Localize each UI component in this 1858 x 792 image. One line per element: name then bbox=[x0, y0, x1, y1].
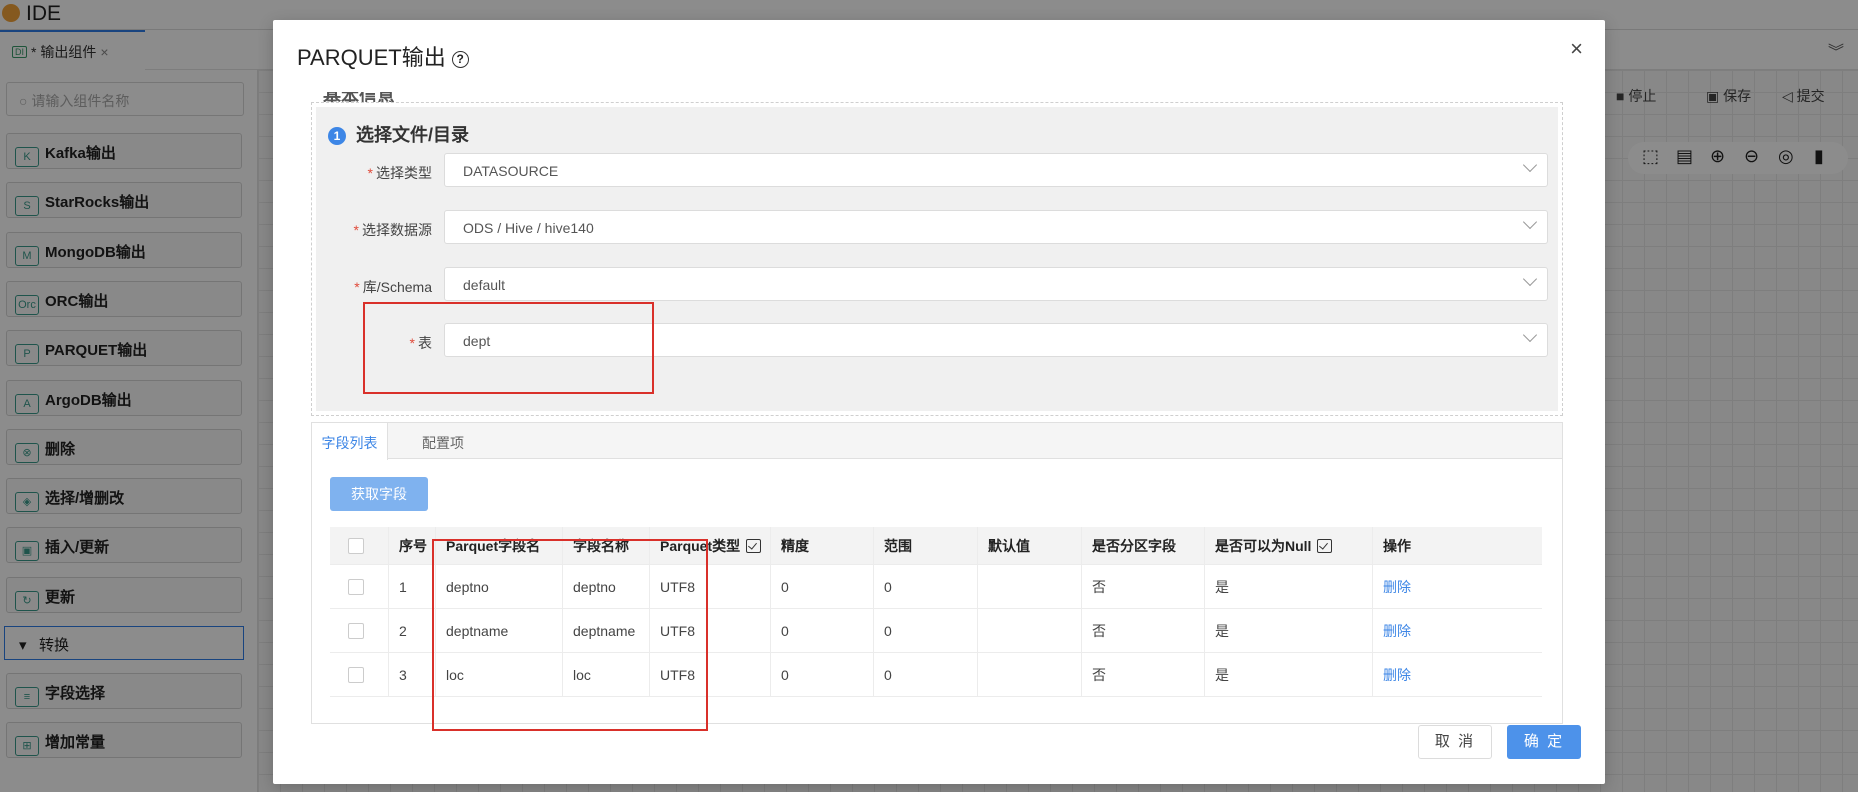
cell-range: 0 bbox=[873, 609, 977, 652]
tab-config[interactable]: 配置项 bbox=[388, 423, 498, 459]
schema-label: * 库/Schema bbox=[354, 279, 432, 295]
close-icon[interactable]: × bbox=[1570, 36, 1583, 62]
help-icon[interactable]: ? bbox=[451, 51, 469, 68]
chevron-down-icon bbox=[1522, 271, 1538, 287]
scrolled-heading-fragment: 基本信息 bbox=[323, 92, 395, 102]
type-label: * 选择类型 bbox=[367, 165, 432, 181]
table-header-row: 序号 Parquet字段名 字段名称 Parquet类型 精度 范围 默认值 是… bbox=[330, 527, 1542, 565]
cell-action: 删除 bbox=[1372, 565, 1542, 608]
cell-range: 0 bbox=[873, 653, 977, 696]
delete-link[interactable]: 删除 bbox=[1383, 577, 1411, 597]
cell-field-name: deptname bbox=[562, 609, 649, 652]
cell-default[interactable] bbox=[977, 565, 1081, 608]
schema-select[interactable]: default bbox=[444, 267, 1548, 301]
header-range: 范围 bbox=[873, 527, 977, 564]
fetch-fields-button[interactable]: 获取字段 bbox=[330, 477, 428, 511]
row-checkbox[interactable] bbox=[348, 622, 364, 639]
tab-bar: 字段列表 配置项 bbox=[312, 423, 1562, 460]
batch-edit-icon[interactable] bbox=[746, 538, 762, 553]
cell-parquet-type: UTF8 bbox=[649, 609, 770, 652]
cell-parquet-type: UTF8 bbox=[649, 653, 770, 696]
cell-nullable: 是 bbox=[1204, 565, 1372, 608]
file-directory-section: 1 选择文件/目录 * 选择类型 DATASOURCE * 选择数据源 ODS / H… bbox=[311, 102, 1563, 416]
header-parquet-type: Parquet类型 bbox=[649, 527, 770, 564]
cell-range: 0 bbox=[873, 565, 977, 608]
cell-partition: 否 bbox=[1081, 653, 1204, 696]
cell-index: 1 bbox=[388, 565, 435, 608]
header-partition: 是否分区字段 bbox=[1081, 527, 1204, 564]
cell-index: 2 bbox=[388, 609, 435, 652]
tab-field-list[interactable]: 字段列表 bbox=[312, 423, 388, 460]
cell-field-name: deptno bbox=[562, 565, 649, 608]
datasource-label: * 选择数据源 bbox=[353, 222, 432, 238]
cell-precision: 0 bbox=[770, 609, 873, 652]
table-row: 2 deptname deptname UTF8 0 0 否是删除 bbox=[330, 609, 1542, 653]
header-field-name: 字段名称 bbox=[562, 527, 649, 564]
cell-partition: 否 bbox=[1081, 609, 1204, 652]
section-title: 1 选择文件/目录 bbox=[328, 121, 469, 147]
confirm-button[interactable]: 确 定 bbox=[1507, 725, 1581, 759]
cell-default[interactable] bbox=[977, 653, 1081, 696]
cell-index: 3 bbox=[388, 653, 435, 696]
header-actions: 操作 bbox=[1372, 527, 1542, 564]
datasource-select[interactable]: ODS / Hive / hive140 bbox=[444, 210, 1548, 244]
delete-link[interactable]: 删除 bbox=[1383, 665, 1411, 685]
cell-default[interactable] bbox=[977, 609, 1081, 652]
row-checkbox[interactable] bbox=[348, 578, 364, 595]
header-default: 默认值 bbox=[977, 527, 1081, 564]
chevron-down-icon bbox=[1522, 157, 1538, 173]
delete-link[interactable]: 删除 bbox=[1383, 621, 1411, 641]
step-number-badge: 1 bbox=[328, 127, 346, 145]
header-parquet-field: Parquet字段名 bbox=[435, 527, 562, 564]
header-nullable: 是否可以为Null bbox=[1204, 527, 1372, 564]
row-checkbox[interactable] bbox=[348, 666, 364, 683]
cell-action: 删除 bbox=[1372, 609, 1542, 652]
cell-precision: 0 bbox=[770, 653, 873, 696]
chevron-down-icon bbox=[1522, 327, 1538, 343]
parquet-output-dialog: PARQUET输出? × 基本信息 1 选择文件/目录 * 选择类型 DATASOU… bbox=[273, 20, 1605, 784]
dialog-title: PARQUET输出? bbox=[297, 40, 469, 72]
header-precision: 精度 bbox=[770, 527, 873, 564]
cell-parquet-field: deptname bbox=[435, 609, 562, 652]
table-label: * 表 bbox=[409, 335, 432, 351]
cell-precision: 0 bbox=[770, 565, 873, 608]
cell-parquet-field: loc bbox=[435, 653, 562, 696]
chevron-down-icon bbox=[1522, 214, 1538, 230]
cell-nullable: 是 bbox=[1204, 653, 1372, 696]
header-index: 序号 bbox=[388, 527, 435, 564]
cancel-button[interactable]: 取 消 bbox=[1418, 725, 1492, 759]
type-select[interactable]: DATASOURCE bbox=[444, 153, 1548, 187]
cell-nullable: 是 bbox=[1204, 609, 1372, 652]
batch-edit-icon[interactable] bbox=[1317, 538, 1333, 553]
cell-partition: 否 bbox=[1081, 565, 1204, 608]
table-row: 1 deptno deptno UTF8 0 0 否是删除 bbox=[330, 565, 1542, 609]
cell-parquet-type: UTF8 bbox=[649, 565, 770, 608]
field-tabs-panel: 字段列表 配置项 获取字段 序号 Parquet字段名 字段名称 Parquet… bbox=[311, 422, 1563, 724]
cell-field-name: loc bbox=[562, 653, 649, 696]
cell-action: 删除 bbox=[1372, 653, 1542, 696]
table-row: 3 loc loc UTF8 0 0 否是删除 bbox=[330, 653, 1542, 697]
table-select[interactable]: dept bbox=[444, 323, 1548, 357]
select-all-checkbox[interactable] bbox=[348, 537, 364, 554]
cell-parquet-field: deptno bbox=[435, 565, 562, 608]
